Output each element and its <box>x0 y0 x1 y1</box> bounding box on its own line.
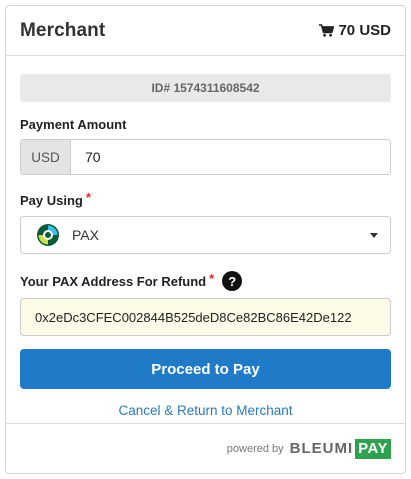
currency-addon: USD <box>21 140 71 174</box>
form-body: ID# 1574311608542 Payment Amount USD Pay… <box>6 74 405 418</box>
payment-amount-label-text: Payment Amount <box>20 117 127 132</box>
brand-logo-secondary: PAY <box>355 438 391 459</box>
cart-total: 70 USD <box>319 22 391 39</box>
pay-using-select[interactable]: PAX <box>20 216 391 254</box>
pax-coin-icon <box>37 224 59 246</box>
merchant-name: Merchant <box>20 19 106 41</box>
proceed-to-pay-button[interactable]: Proceed to Pay <box>20 349 391 389</box>
order-id-badge: ID# 1574311608542 <box>20 74 391 102</box>
footer: powered by BLEUMI PAY <box>6 423 405 473</box>
cart-amount-text: 70 USD <box>338 22 391 39</box>
pay-using-selected: PAX <box>72 227 99 243</box>
pay-using-label: Pay Using * <box>20 190 391 208</box>
refund-address-label: Your PAX Address For Refund * ? <box>20 271 391 291</box>
refund-address-label-text: Your PAX Address For Refund <box>20 273 207 289</box>
payment-amount-input[interactable] <box>71 140 390 174</box>
brand-logo-primary: BLEUMI <box>289 440 354 457</box>
cancel-return-link[interactable]: Cancel & Return to Merchant <box>20 403 391 418</box>
pay-using-label-text: Pay Using <box>20 193 83 208</box>
help-icon[interactable]: ? <box>222 271 243 291</box>
shopping-cart-icon <box>319 24 335 37</box>
required-asterisk: * <box>85 190 91 205</box>
powered-by-text: powered by <box>226 442 284 455</box>
refund-address-input[interactable] <box>20 298 391 336</box>
checkout-card: Merchant 70 USD ID# 1574311608542 Paymen… <box>5 5 406 474</box>
required-asterisk: * <box>209 270 215 286</box>
payment-amount-label: Payment Amount <box>20 117 391 132</box>
header: Merchant 70 USD <box>6 6 405 56</box>
chevron-down-icon <box>370 232 378 238</box>
payment-amount-group: USD <box>20 139 391 175</box>
